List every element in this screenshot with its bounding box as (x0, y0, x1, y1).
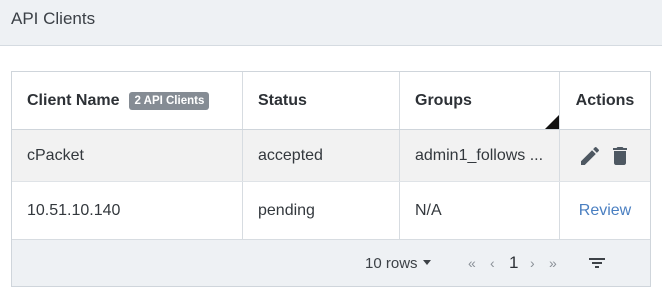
cell-client-name: 10.51.10.140 (12, 182, 243, 239)
column-header-status[interactable]: Status (243, 72, 400, 129)
cell-actions (560, 130, 650, 181)
rows-per-page-label: 10 rows (365, 254, 418, 272)
column-label-groups: Groups (415, 91, 472, 109)
cell-groups: admin1_follows ... (400, 130, 560, 181)
review-link[interactable]: Review (579, 202, 631, 220)
caret-down-icon (422, 259, 431, 265)
cell-client-name: cPacket (12, 130, 243, 181)
column-resize-handle[interactable] (545, 115, 559, 129)
table-header-row: Client Name 2 API Clients Status Groups … (12, 72, 650, 130)
cell-status: accepted (243, 130, 400, 181)
status-text: accepted (258, 146, 323, 164)
cell-actions: Review (560, 182, 650, 239)
column-label-actions: Actions (575, 91, 635, 109)
column-label-status: Status (258, 91, 307, 109)
table-row[interactable]: 10.51.10.140 pending N/A Review (12, 182, 650, 240)
filter-icon[interactable] (587, 240, 607, 286)
column-header-actions: Actions (560, 72, 650, 129)
first-page-button[interactable]: « (468, 240, 476, 286)
column-header-groups[interactable]: Groups (400, 72, 560, 129)
page-title: API Clients (11, 9, 96, 28)
status-text: pending (258, 201, 315, 219)
client-name-text: 10.51.10.140 (27, 201, 121, 219)
api-clients-table: Client Name 2 API Clients Status Groups … (11, 71, 651, 287)
rows-per-page-select[interactable]: 10 rows (365, 240, 431, 286)
cell-status: pending (243, 182, 400, 239)
client-name-text: cPacket (27, 146, 84, 164)
next-page-button[interactable]: › (530, 240, 535, 286)
page-header: API Clients (0, 0, 662, 46)
column-label-client-name: Client Name (27, 91, 120, 109)
previous-page-button[interactable]: ‹ (490, 240, 495, 286)
table-row[interactable]: cPacket accepted admin1_follows ... (12, 130, 650, 182)
groups-text: admin1_follows ... (415, 146, 544, 164)
groups-text: N/A (415, 201, 442, 219)
client-count-badge: 2 API Clients (129, 91, 210, 110)
table-footer: 10 rows « ‹ 1 › » (12, 240, 650, 286)
last-page-button[interactable]: » (549, 240, 557, 286)
column-header-client-name[interactable]: Client Name 2 API Clients (12, 72, 243, 129)
edit-icon[interactable] (578, 144, 602, 168)
current-page-number[interactable]: 1 (509, 240, 518, 286)
delete-icon[interactable] (608, 144, 632, 168)
cell-groups: N/A (400, 182, 560, 239)
